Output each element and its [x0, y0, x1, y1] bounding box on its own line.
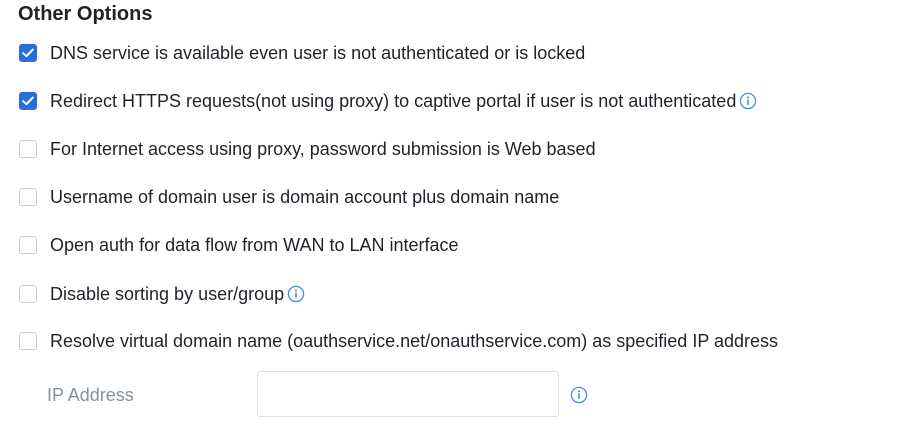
- option-open-auth-wan-lan[interactable]: Open auth for data flow from WAN to LAN …: [19, 233, 459, 257]
- info-icon[interactable]: [570, 386, 588, 404]
- ip-address-input[interactable]: [257, 371, 559, 417]
- info-icon[interactable]: [739, 92, 757, 110]
- checkbox[interactable]: [19, 332, 37, 350]
- option-label: Username of domain user is domain accoun…: [50, 187, 560, 207]
- option-label: Redirect HTTPS requests(not using proxy)…: [50, 91, 737, 111]
- option-redirect-https[interactable]: Redirect HTTPS requests(not using proxy)…: [19, 89, 757, 113]
- ip-address-label: IP Address: [47, 385, 134, 405]
- checkbox[interactable]: [19, 236, 37, 254]
- checkbox[interactable]: [19, 140, 37, 158]
- option-disable-sorting[interactable]: Disable sorting by user/group: [19, 282, 305, 306]
- option-label: DNS service is available even user is no…: [50, 43, 586, 63]
- option-dns-service[interactable]: DNS service is available even user is no…: [19, 41, 585, 65]
- checkbox[interactable]: [19, 44, 37, 62]
- option-resolve-virtual-domain[interactable]: Resolve virtual domain name (oauthservic…: [19, 329, 778, 353]
- option-proxy-password-web[interactable]: For Internet access using proxy, passwor…: [19, 137, 596, 161]
- option-label: Disable sorting by user/group: [50, 284, 285, 304]
- option-label: Resolve virtual domain name (oauthservic…: [50, 331, 779, 351]
- option-label: Open auth for data flow from WAN to LAN …: [50, 235, 459, 255]
- option-label: For Internet access using proxy, passwor…: [50, 139, 596, 159]
- checkbox[interactable]: [19, 285, 37, 303]
- info-icon[interactable]: [287, 285, 305, 303]
- checkbox[interactable]: [19, 92, 37, 110]
- option-domain-username[interactable]: Username of domain user is domain accoun…: [19, 185, 559, 209]
- other-options-panel: Other Options DNS service is available e…: [0, 0, 920, 430]
- section-title: Other Options: [18, 3, 153, 25]
- checkbox[interactable]: [19, 188, 37, 206]
